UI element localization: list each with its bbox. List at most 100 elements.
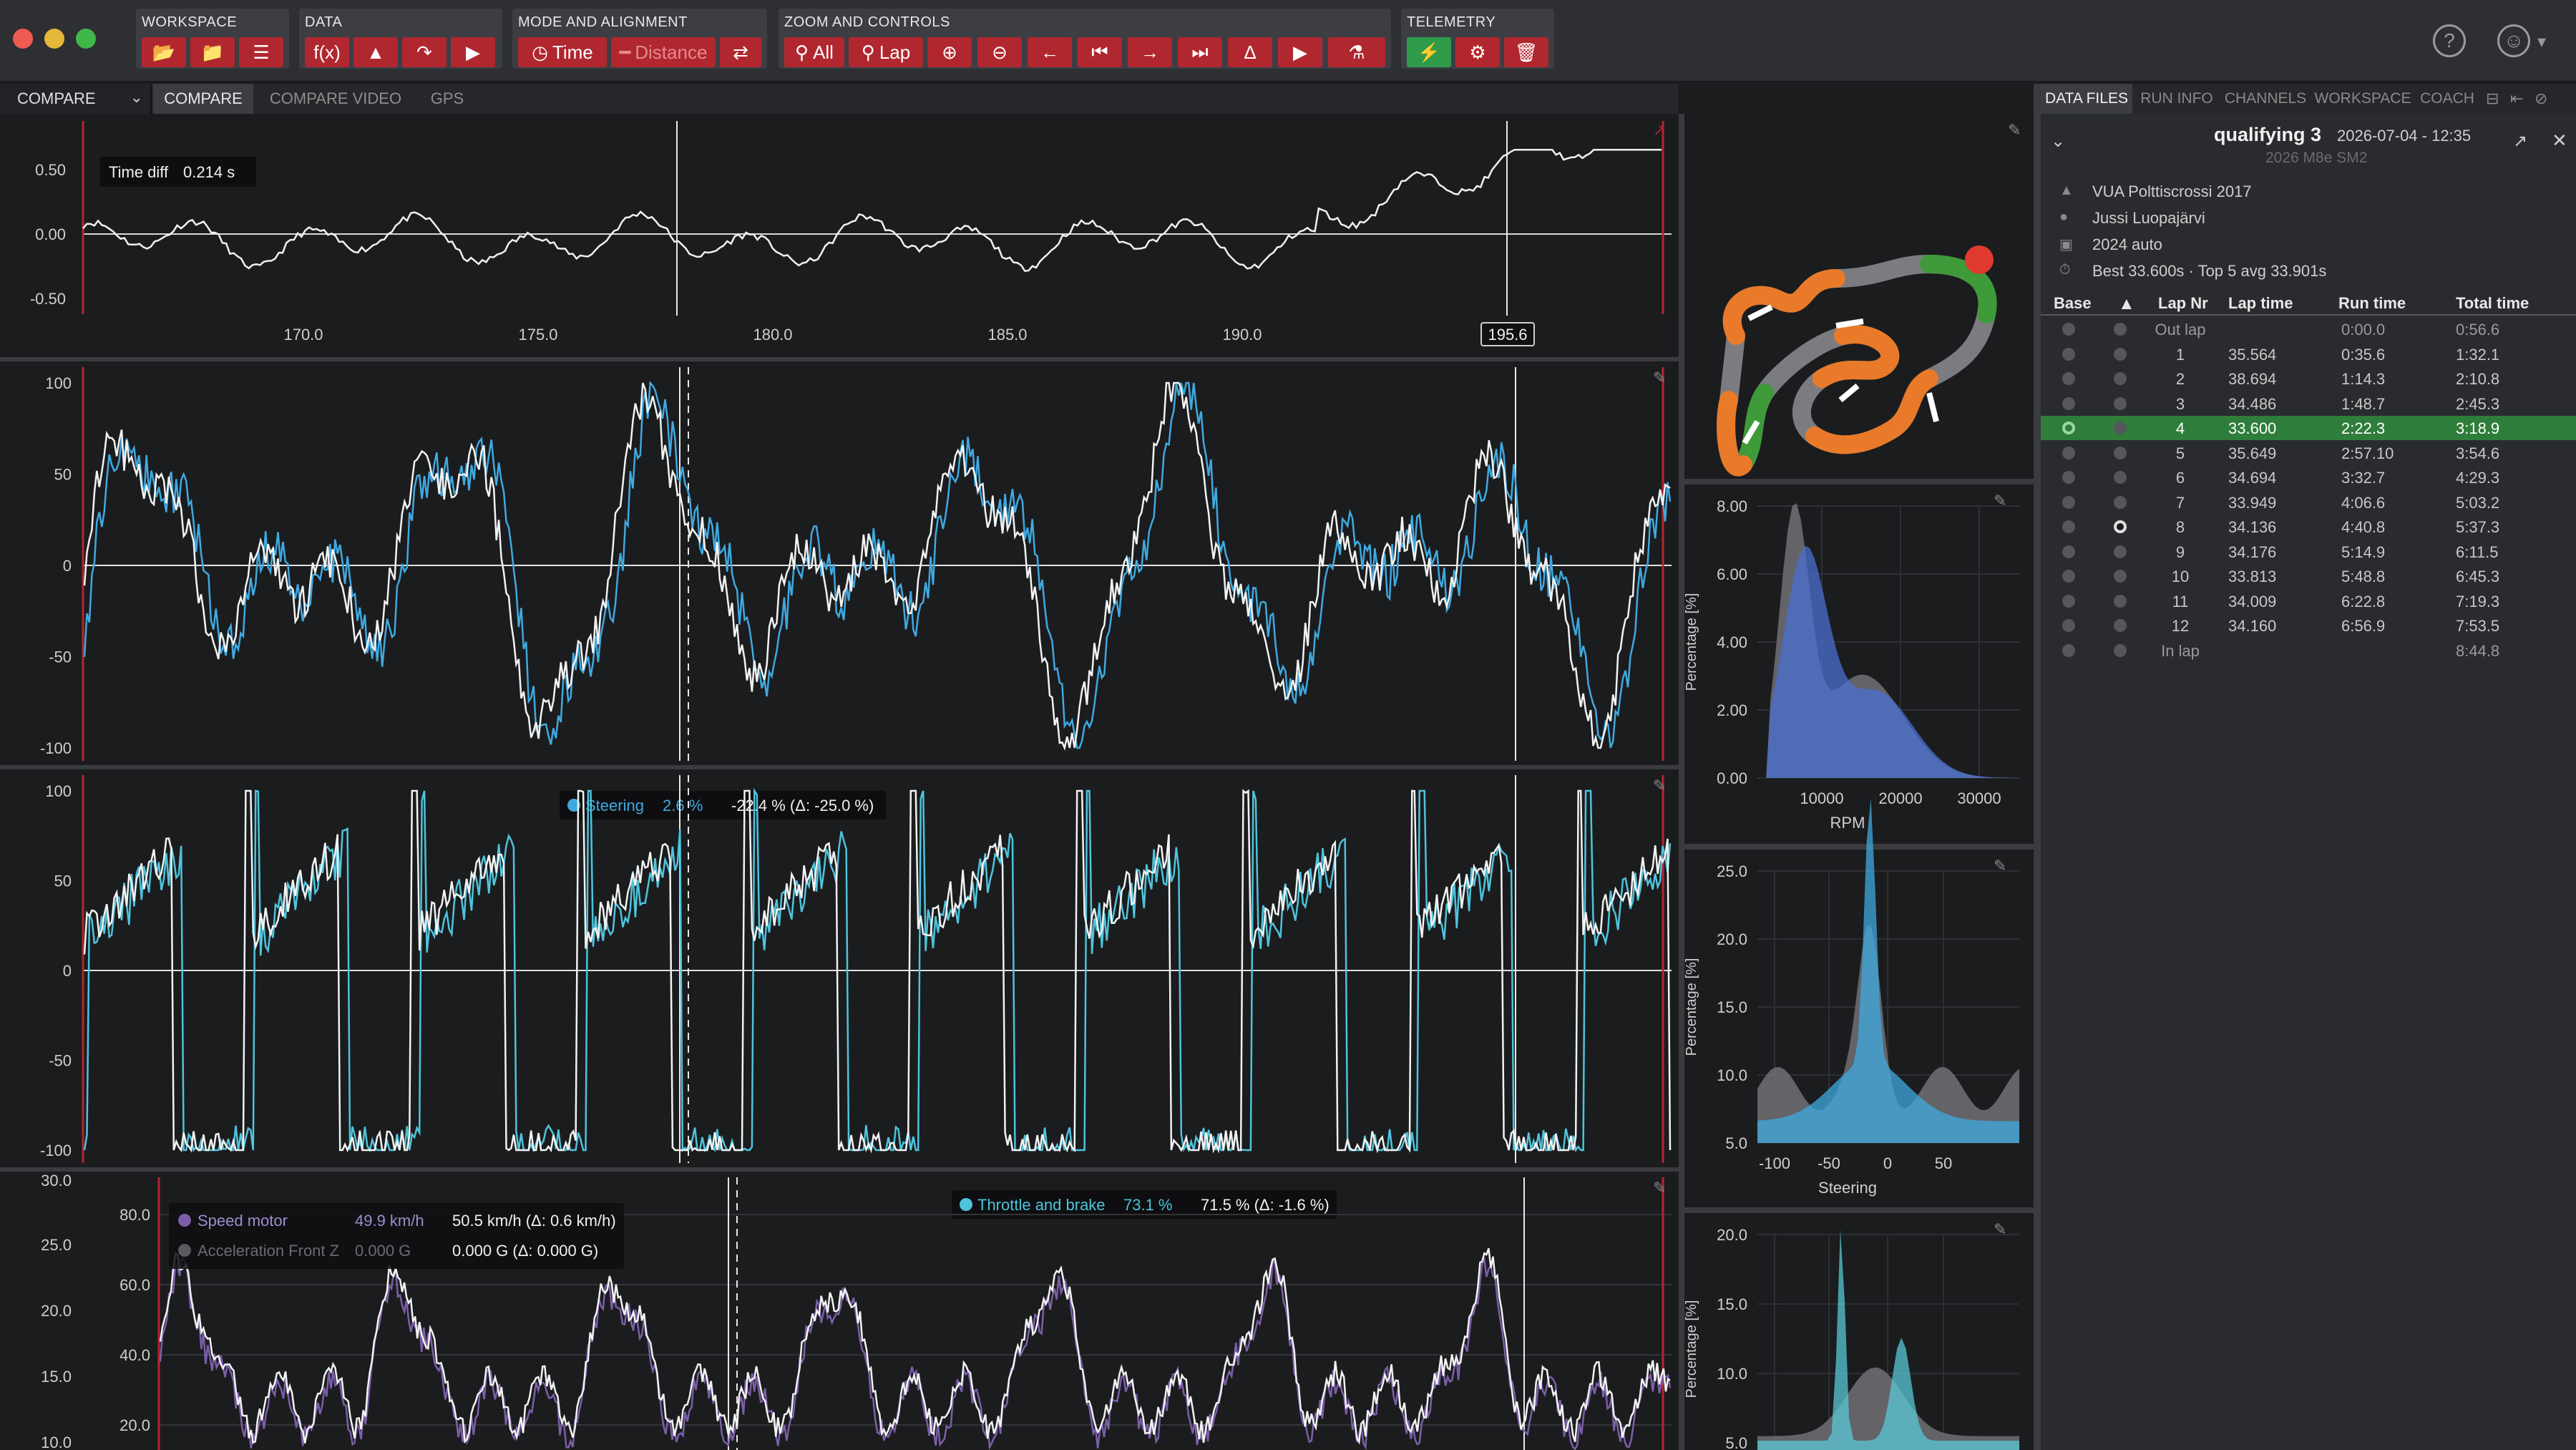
lap-row[interactable]: 12 34.160 6:56.9 7:53.5 [2041,613,2576,638]
run-time: 1:48.7 [2341,394,2386,413]
plots-canvas[interactable]: 0.50 0.00 -0.50 170.0 175.0 180.0 185.0 190.0 19… [0,114,1679,1450]
chevron-down-icon[interactable]: ⌄ [2051,131,2065,152]
layers-button[interactable]: ☰ [239,37,283,67]
maximize-window-button[interactable] [76,29,96,49]
col-lap-time[interactable]: Lap time [2228,294,2293,313]
minimize-window-button[interactable] [44,29,64,49]
compare-lap-radio[interactable] [2114,619,2127,632]
lap-row[interactable]: 11 34.009 6:22.8 7:19.3 [2041,589,2576,613]
tab-workspace[interactable]: WORKSPACE [2313,84,2413,114]
step-forward-button[interactable]: → [1128,37,1172,67]
zoom-all-button[interactable]: ⚲ All [784,37,844,67]
close-icon[interactable]: ✕ [2552,130,2567,152]
base-lap-radio[interactable] [2062,446,2075,459]
lap-row[interactable]: 9 34.176 5:14.9 6:11.5 [2041,540,2576,564]
tab-run-info[interactable]: RUN INFO [2135,84,2218,114]
pin-icon[interactable]: ⇤ [2510,89,2523,108]
lap-row[interactable]: 10 33.813 5:48.8 6:45.3 [2041,564,2576,588]
zoom-in-button[interactable]: ⊕ [927,37,972,67]
telemetry-delete-button[interactable]: 🗑 [1504,37,1548,67]
track-button[interactable]: ▲ [353,37,398,67]
base-lap-radio[interactable] [2062,643,2075,657]
mode-time-button[interactable]: ◷ Time [518,37,607,67]
telemetry-settings-button[interactable]: ⚙ [1455,37,1500,67]
delta-button[interactable]: Δ [1228,37,1272,67]
col-base[interactable]: Base [2054,294,2092,313]
compare-lap-radio[interactable] [2114,323,2127,336]
run-time: 4:40.8 [2341,518,2386,536]
base-lap-radio[interactable] [2062,594,2075,608]
lap-row[interactable]: 2 38.694 1:14.3 2:10.8 [2041,366,2576,391]
base-lap-radio[interactable] [2062,372,2075,385]
zoom-out-button[interactable]: ⊖ [977,37,1022,67]
track-name: VUA Polttiscrossi 2017 [2092,183,2252,200]
compare-lap-radio[interactable] [2114,372,2127,385]
base-lap-radio[interactable] [2062,471,2075,484]
open-workspace-button[interactable]: 📂 [142,37,186,67]
export-button[interactable]: ↷ [402,37,447,67]
lap-row[interactable]: In lap 8:44.8 [2041,638,2576,663]
tab-compare-video[interactable]: COMPARE VIDEO [259,84,412,114]
tab-coach[interactable]: COACH [2414,84,2480,114]
tab-gps[interactable]: GPS [416,84,478,114]
compare-lap-radio[interactable] [2114,643,2127,657]
toolbar-group-mode: MODE AND ALIGNMENT ◷ Time ━ Distance ⇄ [512,9,767,69]
base-lap-radio[interactable] [2062,495,2075,509]
video-button[interactable]: ▶ [451,37,495,67]
col-total-time[interactable]: Total time [2456,294,2529,313]
base-lap-radio[interactable] [2062,347,2075,361]
lap-row[interactable]: Out lap 0:00.0 0:56.6 [2041,317,2576,341]
swap-button[interactable]: ⇄ [720,37,761,67]
base-lap-radio[interactable] [2062,396,2075,410]
save-workspace-button[interactable]: 📁 [190,37,235,67]
base-lap-radio[interactable] [2062,422,2075,434]
zoom-lap-button[interactable]: ⚲ Lap [849,37,923,67]
mode-distance-button[interactable]: ━ Distance [611,37,716,67]
play-button[interactable]: ▶ [1278,37,1322,67]
base-lap-radio[interactable] [2062,570,2075,583]
compare-lap-radio[interactable] [2114,570,2127,583]
base-lap-radio[interactable] [2062,619,2075,632]
skip-forward-button[interactable]: ⏭ [1178,37,1222,67]
base-lap-radio[interactable] [2062,545,2075,558]
help-button[interactable]: ? [2433,24,2466,57]
sort-up-icon[interactable]: ▲ [2118,294,2135,314]
lap-row[interactable]: 3 34.486 1:48.7 2:45.3 [2041,391,2576,416]
lap-row[interactable]: 7 33.949 4:06.6 5:03.2 [2041,490,2576,515]
hide-icon[interactable]: ⊘ [2534,89,2547,108]
compare-lap-radio[interactable] [2114,347,2127,361]
compare-lap-radio[interactable] [2114,471,2127,484]
base-lap-radio[interactable] [2062,323,2075,336]
base-lap-radio[interactable] [2062,520,2075,533]
collapse-icon[interactable]: ⊟ [2486,89,2499,108]
speed-value: 49.9 km/h [355,1212,424,1230]
compare-lap-radio[interactable] [2114,396,2127,410]
chevron-down-icon[interactable]: ▾ [2537,31,2546,52]
compare-lap-radio[interactable] [2114,446,2127,459]
compare-lap-radio[interactable] [2114,545,2127,558]
compare-lap-radio[interactable] [2114,520,2127,533]
lap-row[interactable]: 5 35.649 2:57.10 3:54.6 [2041,441,2576,465]
account-button[interactable]: ☺ [2497,24,2530,57]
compare-lap-radio[interactable] [2114,594,2127,608]
tab-compare[interactable]: COMPARE [153,84,253,114]
tab-data-files[interactable]: DATA FILES [2041,84,2132,114]
lap-row[interactable]: 8 34.136 4:40.8 5:37.3 [2041,515,2576,539]
external-link-icon[interactable]: ↗ [2513,131,2527,152]
close-window-button[interactable] [13,29,33,49]
compare-lap-radio[interactable] [2114,422,2127,434]
step-back-button[interactable]: ← [1028,37,1072,67]
col-run-time[interactable]: Run time [2338,294,2406,313]
telemetry-connect-button[interactable]: ⚡ [1407,37,1451,67]
lap-row[interactable]: 1 35.564 0:35.6 1:32.1 [2041,342,2576,366]
math-channel-button[interactable]: f(x) [305,37,349,67]
view-selector-dropdown[interactable]: COMPARE ⌄ [0,84,152,114]
skip-back-button[interactable]: ⏮ [1078,37,1122,67]
tab-channels[interactable]: CHANNELS [2220,84,2311,114]
lap-row[interactable]: 6 34.694 3:32.7 4:29.3 [2041,465,2576,490]
col-lap-nr[interactable]: Lap Nr [2158,294,2208,313]
lap-row[interactable]: 4 33.600 2:22.3 3:18.9 [2041,416,2576,440]
y-tick-label: 8.00 [1717,497,1747,515]
compare-lap-radio[interactable] [2114,495,2127,509]
car-button[interactable]: ⚗ [1328,37,1385,67]
